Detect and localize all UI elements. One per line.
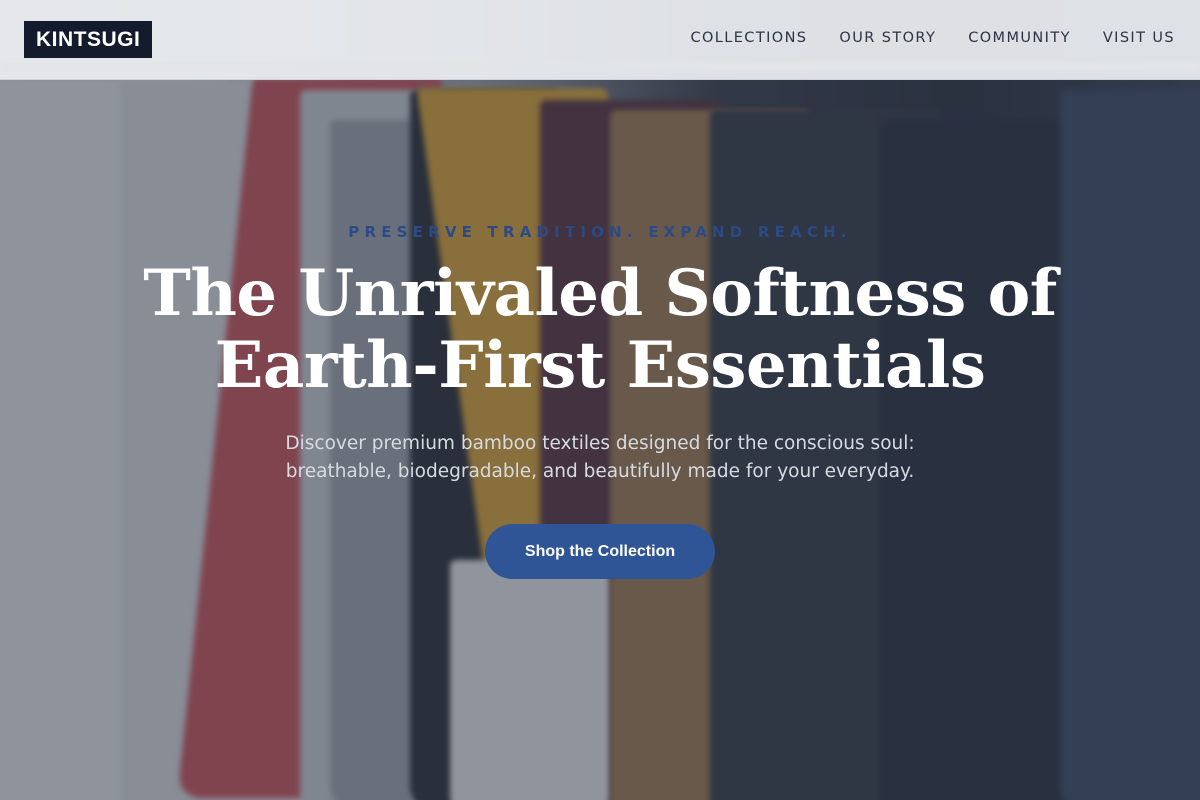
brand-logo[interactable]: KINTSUGI: [24, 21, 153, 58]
hero-headline-line-1: The Unrivaled Softness of: [143, 256, 1057, 331]
hero-headline-line-2: Earth-First Essentials: [214, 328, 986, 403]
main-nav: COLLECTIONS OUR STORY COMMUNITY VISIT US: [690, 30, 1175, 46]
hero-subtitle: Discover premium bamboo textiles designe…: [0, 430, 1200, 486]
hero-subtitle-line-1: Discover premium bamboo textiles designe…: [285, 433, 915, 454]
nav-link-visit-us[interactable]: VISIT US: [1103, 30, 1175, 46]
nav-link-collections[interactable]: COLLECTIONS: [690, 30, 807, 46]
nav-link-community[interactable]: COMMUNITY: [968, 30, 1071, 46]
shop-collection-button[interactable]: Shop the Collection: [485, 524, 715, 579]
hero-eyebrow: PRESERVE TRADITION. EXPAND REACH.: [348, 223, 852, 241]
top-navbar: KINTSUGI COLLECTIONS OUR STORY COMMUNITY…: [0, 0, 1200, 80]
hero-headline: The Unrivaled Softness of Earth-First Es…: [0, 258, 1200, 402]
nav-link-our-story[interactable]: OUR STORY: [839, 30, 936, 46]
hero-subtitle-line-2: breathable, biodegradable, and beautiful…: [285, 461, 915, 482]
